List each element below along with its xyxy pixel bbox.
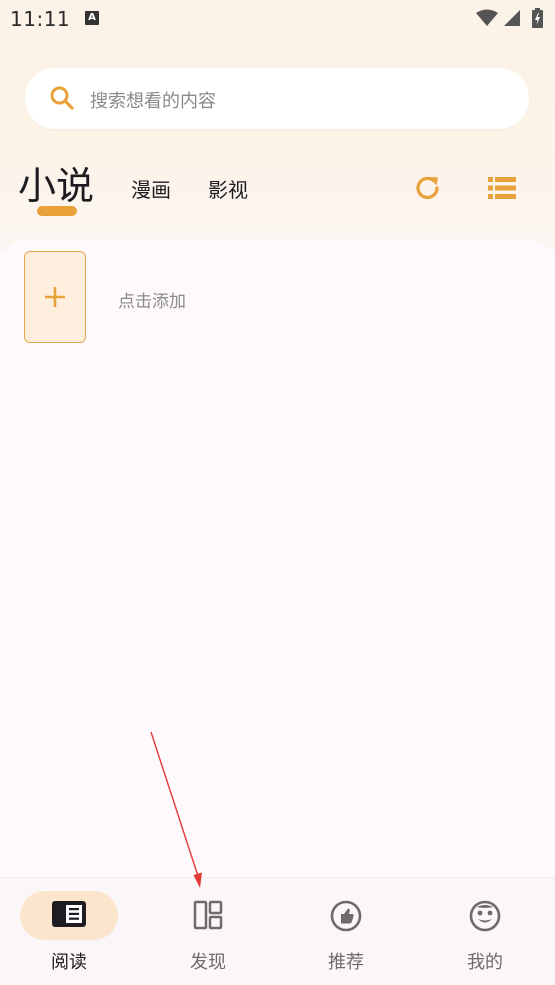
nav-item-read[interactable]: 阅读 — [0, 878, 138, 985]
nav-label-discover: 发现 — [190, 952, 226, 973]
nav-item-discover[interactable]: 发现 — [139, 878, 277, 985]
search-icon — [50, 86, 74, 110]
plus-icon — [45, 287, 65, 307]
nav-label-read: 阅读 — [51, 952, 87, 973]
tab-video[interactable]: 影视 — [208, 174, 248, 203]
tab-indicator — [37, 206, 77, 216]
dashboard-icon — [193, 900, 223, 930]
refresh-icon[interactable] — [412, 172, 444, 204]
status-bar: 11:11 A — [0, 0, 555, 38]
list-icon[interactable] — [486, 174, 518, 202]
status-time: 11:11 — [10, 7, 71, 31]
notification-a-icon: A — [85, 11, 99, 25]
thumb-up-icon — [330, 900, 362, 932]
tab-novel[interactable]: 小说 — [18, 155, 94, 210]
wifi-icon — [476, 9, 498, 26]
add-book-label[interactable]: 点击添加 — [118, 287, 186, 312]
nav-item-recommend[interactable]: 推荐 — [277, 878, 415, 985]
nav-label-mine: 我的 — [467, 952, 503, 973]
bottom-navigation: 阅读 发现 推荐 我的 — [0, 877, 555, 985]
add-book-button[interactable] — [24, 251, 86, 343]
tab-comic[interactable]: 漫画 — [131, 174, 171, 203]
search-bar[interactable]: 搜索想看的内容 — [25, 68, 529, 129]
face-icon — [469, 900, 501, 932]
nav-item-mine[interactable]: 我的 — [416, 878, 554, 985]
book-icon — [52, 901, 86, 927]
battery-charging-icon — [532, 8, 543, 28]
signal-icon — [504, 10, 520, 26]
search-placeholder: 搜索想看的内容 — [90, 91, 216, 112]
nav-label-recommend: 推荐 — [328, 952, 364, 973]
